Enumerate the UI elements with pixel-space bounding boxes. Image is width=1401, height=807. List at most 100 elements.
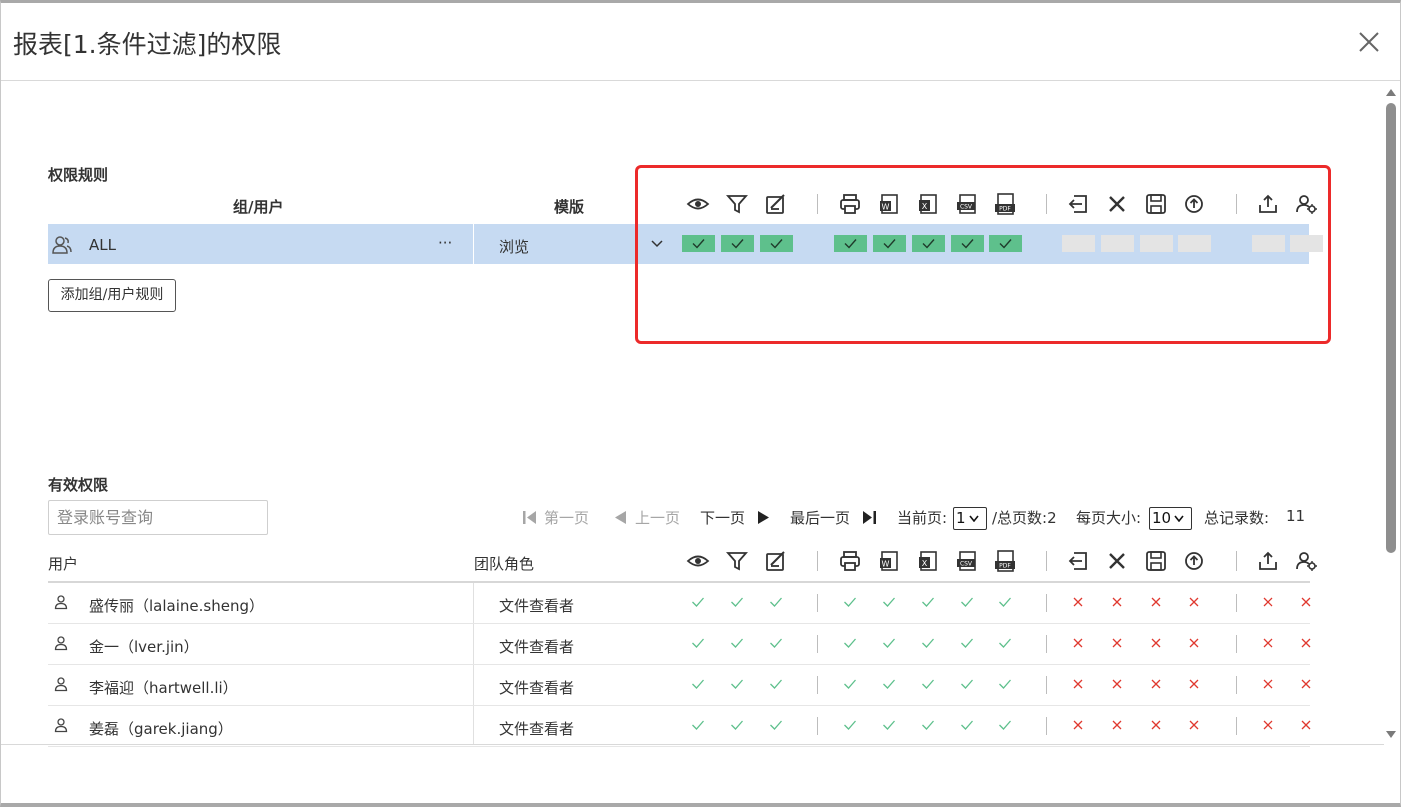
add-rule-button[interactable]: 添加组/用户规则 xyxy=(48,279,176,312)
row-group-divider xyxy=(1046,676,1047,694)
denied-x-icon xyxy=(1110,636,1124,650)
row-group-divider xyxy=(1236,676,1237,694)
last-page-button[interactable]: 最后一页 xyxy=(790,507,850,529)
allowed-check-icon xyxy=(921,595,935,609)
table-header-divider xyxy=(48,581,1310,583)
allowed-check-icon xyxy=(843,595,857,609)
svg-text:X: X xyxy=(922,559,928,568)
allowed-check-icon xyxy=(960,677,974,691)
total-records-value: 11 xyxy=(1286,507,1306,525)
title-divider xyxy=(1,80,1400,81)
denied-x-icon xyxy=(1299,677,1313,691)
dialog-title: 报表[1.条件过滤]的权限 xyxy=(13,30,282,59)
row-group-divider xyxy=(817,635,818,653)
rules-section-title: 权限规则 xyxy=(48,166,109,184)
denied-x-icon xyxy=(1187,718,1201,732)
allowed-check-icon xyxy=(691,595,705,609)
denied-x-icon xyxy=(1299,595,1313,609)
permission-dialog: 报表[1.条件过滤]的权限 权限规则 组/用户 模版 W X CSV PDF ALL … xyxy=(0,0,1401,807)
next-page-icon xyxy=(757,510,771,525)
denied-x-icon xyxy=(1261,595,1275,609)
allowed-check-icon xyxy=(730,595,744,609)
scroll-up-icon[interactable] xyxy=(1386,89,1396,96)
chevron-down-icon xyxy=(1174,515,1184,522)
rule-more-button[interactable]: ··· xyxy=(438,234,452,252)
allowed-check-icon xyxy=(730,677,744,691)
row-group-divider xyxy=(1236,717,1237,735)
user-manage-icon xyxy=(1294,549,1318,573)
row-group-divider xyxy=(817,676,818,694)
rule-template-value[interactable]: 浏览 xyxy=(499,236,529,257)
cell-divider xyxy=(473,224,474,264)
allowed-check-icon xyxy=(730,718,744,732)
user-icon xyxy=(53,594,69,610)
allowed-check-icon xyxy=(921,636,935,650)
denied-x-icon xyxy=(1187,677,1201,691)
page-size-select[interactable]: 10 xyxy=(1149,507,1192,530)
rule-name: ALL xyxy=(89,236,116,254)
total-pages-text: /总页数:2 xyxy=(992,509,1057,527)
denied-x-icon xyxy=(1071,718,1085,732)
export-word-icon: W xyxy=(877,549,901,573)
print-icon xyxy=(838,549,862,573)
denied-x-icon xyxy=(1071,677,1085,691)
column-template: 模版 xyxy=(554,198,585,216)
denied-x-icon xyxy=(1071,636,1085,650)
row-role: 文件查看者 xyxy=(499,638,575,656)
account-search-input[interactable] xyxy=(48,500,268,535)
denied-x-icon xyxy=(1261,636,1275,650)
svg-text:PDF: PDF xyxy=(999,563,1011,570)
column-user: 用户 xyxy=(48,555,79,573)
row-user-name: 姜磊（garek.jiang） xyxy=(89,720,233,738)
scroll-thumb[interactable] xyxy=(1386,103,1396,553)
allowed-check-icon xyxy=(769,636,783,650)
row-role: 文件查看者 xyxy=(499,679,575,697)
effective-header-group-divider xyxy=(1046,551,1047,571)
allowed-check-icon xyxy=(921,718,935,732)
row-user-name: 李福迎（hartwell.li） xyxy=(89,679,238,697)
upload-circle-icon xyxy=(1182,549,1206,573)
allowed-check-icon xyxy=(730,636,744,650)
allowed-check-icon xyxy=(998,718,1012,732)
current-page-label: 当前页: xyxy=(897,509,948,527)
allowed-check-icon xyxy=(769,718,783,732)
column-group-user: 组/用户 xyxy=(233,198,284,216)
allowed-check-icon xyxy=(843,636,857,650)
row-group-divider xyxy=(1236,594,1237,612)
user-icon xyxy=(53,676,69,692)
next-page-button[interactable]: 下一页 xyxy=(700,507,745,529)
export-pdf-icon: PDF xyxy=(993,549,1017,573)
chevron-down-icon xyxy=(968,515,979,522)
row-group-divider xyxy=(1046,635,1047,653)
allowed-check-icon xyxy=(960,595,974,609)
user-icon xyxy=(53,717,69,733)
row-divider xyxy=(48,664,1310,665)
allowed-check-icon xyxy=(960,636,974,650)
allowed-check-icon xyxy=(998,677,1012,691)
edit-icon xyxy=(764,549,788,573)
close-icon[interactable] xyxy=(1356,29,1382,55)
page-size-value: 10 xyxy=(1152,509,1172,527)
allowed-check-icon xyxy=(691,718,705,732)
denied-x-icon xyxy=(1110,718,1124,732)
vertical-scrollbar[interactable] xyxy=(1384,85,1398,745)
row-divider xyxy=(48,623,1310,624)
export-csv-icon: CSV xyxy=(955,549,979,573)
export-excel-icon: X xyxy=(916,549,940,573)
prev-page-button[interactable]: 上一页 xyxy=(635,507,680,529)
allowed-check-icon xyxy=(691,636,705,650)
row-user-name: 盛传丽（lalaine.sheng） xyxy=(89,597,264,615)
prev-page-icon xyxy=(613,510,627,525)
allowed-check-icon xyxy=(843,718,857,732)
save-icon xyxy=(1144,549,1168,573)
effective-header-group-divider xyxy=(1236,551,1237,571)
denied-x-icon xyxy=(1149,677,1163,691)
first-page-icon xyxy=(522,510,537,525)
denied-x-icon xyxy=(1187,636,1201,650)
allowed-check-icon xyxy=(843,677,857,691)
scroll-down-icon[interactable] xyxy=(1386,731,1396,738)
current-page-select[interactable]: 1 xyxy=(953,507,987,530)
denied-x-icon xyxy=(1149,636,1163,650)
allowed-check-icon xyxy=(921,677,935,691)
first-page-button[interactable]: 第一页 xyxy=(544,507,589,529)
